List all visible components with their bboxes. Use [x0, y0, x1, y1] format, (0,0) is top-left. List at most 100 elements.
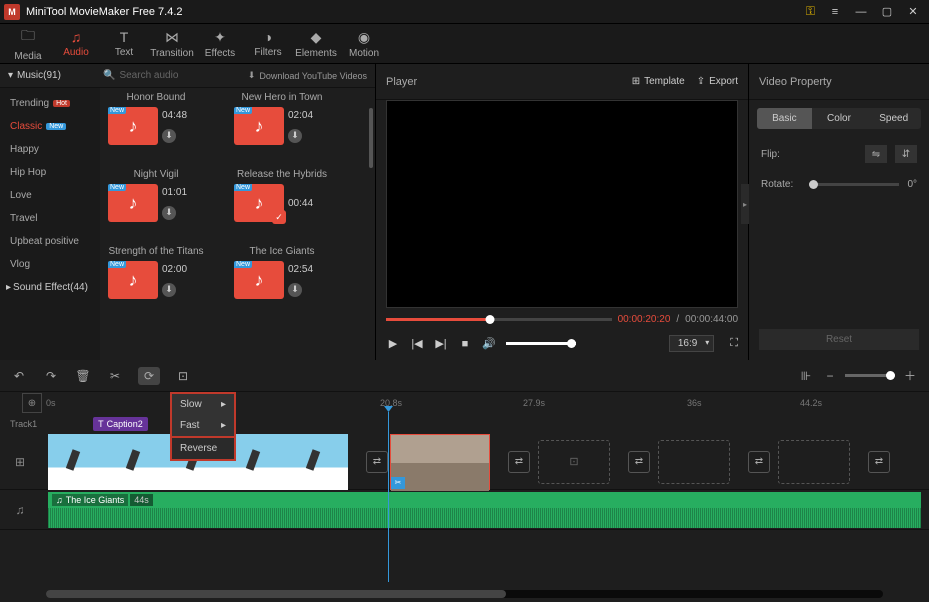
redo-button[interactable]: ↷	[42, 369, 60, 383]
volume-slider[interactable]	[506, 342, 576, 345]
tool-media[interactable]: 🗀Media	[4, 25, 52, 62]
speed-reverse[interactable]: Reverse	[172, 436, 234, 459]
player-panel: Player ⊞Template ⇪Export 00:00:20:20 / 0…	[376, 64, 749, 360]
play-button[interactable]: ▶	[386, 337, 400, 350]
transition-slot[interactable]: ⇄	[628, 451, 650, 473]
chevron-right-icon: ▸	[6, 282, 11, 293]
rotate-slider[interactable]	[809, 183, 899, 186]
music-category-header[interactable]: ▾Music(91)	[8, 70, 103, 81]
speed-button[interactable]: ⟳	[138, 367, 160, 385]
crop-button[interactable]: ⊡	[174, 369, 192, 383]
download-youtube-link[interactable]: ⬇Download YouTube Videos	[248, 70, 367, 81]
zoom-out-button[interactable]: −	[821, 369, 839, 383]
audio-item[interactable]: Honor Bound New04:48⬇	[108, 92, 204, 145]
tool-transition[interactable]: ⋈Transition	[148, 29, 196, 59]
cat-hiphop[interactable]: Hip Hop	[0, 161, 100, 184]
chevron-down-icon: ▾	[8, 70, 13, 81]
tool-elements[interactable]: ◆Elements	[292, 29, 340, 59]
reset-button[interactable]: Reset	[759, 329, 919, 350]
minimize-button[interactable]: —	[849, 2, 873, 22]
stop-button[interactable]: ■	[458, 338, 472, 350]
progress-knob[interactable]	[485, 315, 494, 324]
cat-travel[interactable]: Travel	[0, 207, 100, 230]
tab-color[interactable]: Color	[812, 108, 867, 129]
fullscreen-button[interactable]: ⛶	[730, 337, 738, 350]
timeline-ruler[interactable]: ⊕ 0s 20.8s 27.9s 36s 44.2s	[0, 392, 929, 414]
template-button[interactable]: ⊞Template	[632, 76, 685, 87]
speed-menu: Slow▸ Fast▸ Reverse	[170, 392, 236, 461]
timeline-scrollbar[interactable]	[46, 590, 883, 598]
cat-soundeffect[interactable]: ▸Sound Effect(44)	[0, 276, 100, 299]
check-icon: ✓	[272, 210, 286, 224]
download-icon[interactable]: ⬇	[162, 283, 176, 297]
audio-grid: Honor Bound New04:48⬇ New Hero in Town N…	[100, 88, 375, 360]
timeline-panel: ↶ ↷ 🗑 ✂ ⟳ ⊡ ⊪ − ＋ Slow▸ Fast▸ Reverse ⊕ …	[0, 360, 929, 602]
close-button[interactable]: ✕	[901, 2, 925, 22]
undo-button[interactable]: ↶	[10, 369, 28, 383]
folder-icon: 🗀	[4, 25, 52, 49]
download-icon[interactable]: ⬇	[162, 129, 176, 143]
cat-vlog[interactable]: Vlog	[0, 253, 100, 276]
download-icon[interactable]: ⬇	[288, 129, 302, 143]
maximize-button[interactable]: ▢	[875, 2, 899, 22]
transition-slot[interactable]: ⇄	[748, 451, 770, 473]
caption-clip[interactable]: TCaption2	[93, 417, 148, 431]
audio-item[interactable]: Release the Hybrids New✓00:44	[234, 169, 330, 222]
zoom-in-button[interactable]: ＋	[901, 367, 919, 384]
download-icon[interactable]: ⬇	[162, 206, 176, 220]
download-icon[interactable]: ⬇	[288, 283, 302, 297]
drop-slot[interactable]	[778, 440, 850, 484]
audio-item[interactable]: New Hero in Town New02:04⬇	[234, 92, 330, 145]
menu-icon[interactable]: ≡	[823, 2, 847, 22]
cat-happy[interactable]: Happy	[0, 138, 100, 161]
drop-slot[interactable]: ⊡	[538, 440, 610, 484]
key-icon[interactable]: ⚿	[806, 4, 815, 19]
audio-clip-duration: 44s	[130, 494, 153, 506]
export-button[interactable]: ⇪Export	[697, 76, 738, 87]
marker-icon[interactable]: ⊪	[797, 369, 815, 383]
cat-classic[interactable]: ClassicNew	[0, 115, 100, 138]
audio-item[interactable]: Night Vigil New01:01⬇	[108, 169, 204, 222]
audio-item[interactable]: The Ice Giants New02:54⬇	[234, 246, 330, 299]
time-current: 00:00:20:20	[618, 314, 671, 325]
tool-audio[interactable]: ♫Audio	[52, 29, 100, 58]
drop-slot[interactable]	[658, 440, 730, 484]
collapse-handle[interactable]: ▸	[741, 184, 749, 224]
progress-bar[interactable]	[386, 318, 612, 321]
volume-icon[interactable]: 🔊	[482, 337, 496, 350]
zoom-slider[interactable]	[845, 374, 895, 377]
transition-slot[interactable]: ⇄	[508, 451, 530, 473]
audio-item[interactable]: Strength of the Titans New02:00⬇	[108, 246, 204, 299]
tab-basic[interactable]: Basic	[757, 108, 812, 129]
aspect-select[interactable]: 16:9	[669, 335, 714, 352]
tool-motion[interactable]: ◉Motion	[340, 29, 388, 59]
flip-h-button[interactable]: ⇋	[865, 145, 887, 163]
search-input[interactable]: 🔍Search audio	[103, 70, 248, 81]
template-icon: ⊞	[632, 76, 640, 87]
prev-button[interactable]: |◀	[410, 337, 424, 350]
tool-effects[interactable]: ✦Effects	[196, 29, 244, 59]
library-scrollbar[interactable]	[369, 108, 373, 168]
cat-love[interactable]: Love	[0, 184, 100, 207]
flip-v-button[interactable]: ⇵	[895, 145, 917, 163]
video-preview[interactable]	[386, 100, 738, 308]
transition-slot[interactable]: ⇄	[868, 451, 890, 473]
next-button[interactable]: ▶|	[434, 337, 448, 350]
speed-slow[interactable]: Slow▸	[172, 394, 234, 415]
cat-trending[interactable]: TrendingHot	[0, 92, 100, 115]
delete-button[interactable]: 🗑	[74, 369, 92, 383]
speed-fast[interactable]: Fast▸	[172, 415, 234, 436]
transition-slot[interactable]: ⇄	[366, 451, 388, 473]
tab-speed[interactable]: Speed	[866, 108, 921, 129]
audio-clip[interactable]: ♫The Ice Giants 44s	[48, 492, 921, 528]
add-track-button[interactable]: ⊕	[22, 393, 42, 413]
tool-text[interactable]: TText	[100, 29, 148, 58]
playhead[interactable]	[388, 412, 389, 582]
tool-filters[interactable]: ◑Filters	[244, 29, 292, 58]
split-button[interactable]: ✂	[106, 369, 124, 383]
video-clip-2[interactable]: ✂	[390, 434, 490, 490]
cat-upbeat[interactable]: Upbeat positive	[0, 230, 100, 253]
new-tag: New	[234, 184, 252, 191]
new-tag: New	[108, 261, 126, 268]
effects-icon: ✦	[196, 29, 244, 46]
